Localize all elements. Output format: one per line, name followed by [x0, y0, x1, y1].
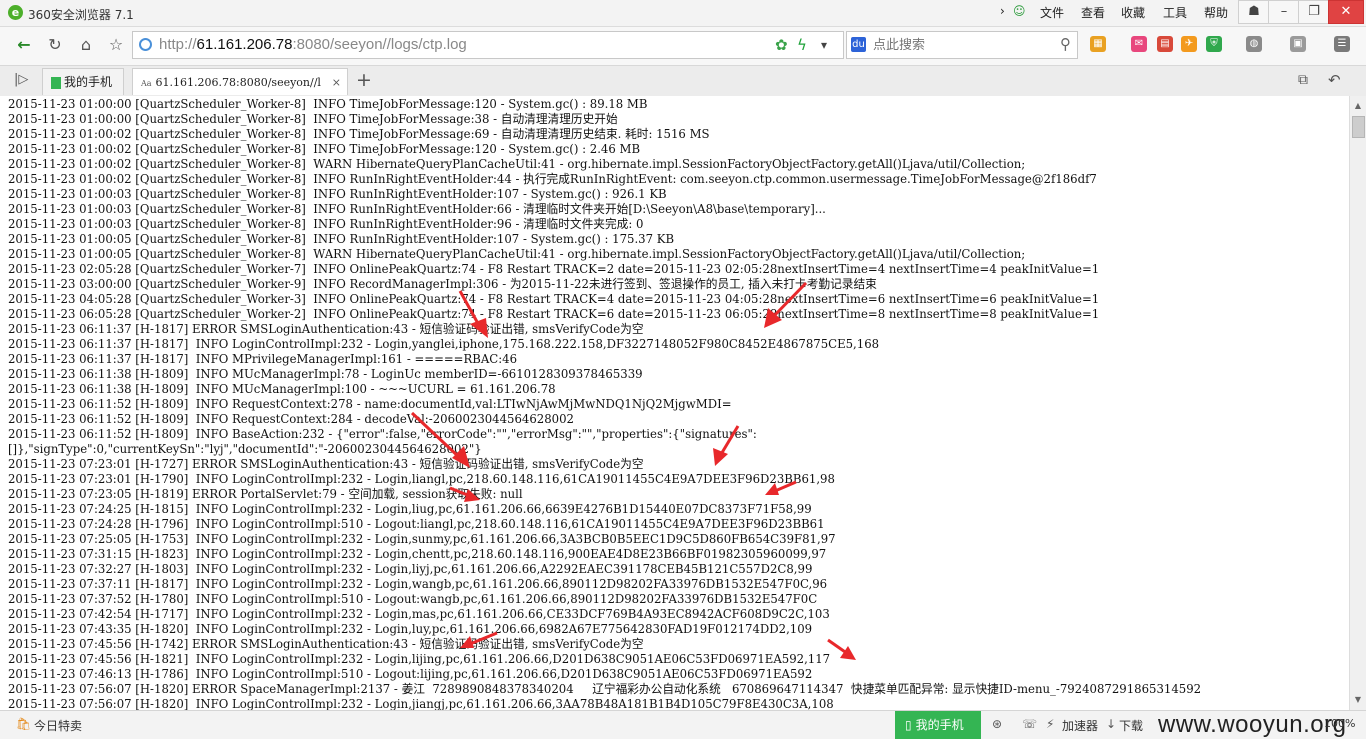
screenshot-icon[interactable]: ▣: [1290, 36, 1306, 52]
red-arrow-icon: [460, 631, 498, 648]
red-arrow-icon: [764, 281, 808, 328]
my-phone-status-button[interactable]: ▯ 我的手机: [895, 711, 981, 739]
favorite-star-button[interactable]: ☆: [104, 33, 128, 57]
new-tab-button[interactable]: +: [356, 69, 372, 91]
address-url[interactable]: http://61.161.206.78:8080/seeyon//logs/c…: [159, 36, 467, 53]
search-box[interactable]: du ⚲: [846, 31, 1078, 59]
scroll-up-icon[interactable]: ▲: [1350, 98, 1366, 114]
menu-file[interactable]: 文件: [1040, 4, 1064, 21]
scroll-thumb[interactable]: [1352, 116, 1365, 138]
download-icon[interactable]: ↓: [1106, 717, 1116, 731]
notification-icon[interactable]: ☏: [1022, 717, 1037, 731]
phone-icon: ▯: [905, 718, 912, 732]
red-arrow-icon: [410, 411, 470, 468]
zoom-level[interactable]: 100%: [1324, 717, 1355, 730]
browser-logo-icon: e: [8, 5, 23, 20]
tab-ctp-log[interactable]: Aa 61.161.206.78:8080/seeyon//l ×: [132, 68, 348, 95]
tab-close-icon[interactable]: ×: [332, 69, 341, 95]
menu-tools[interactable]: 工具: [1163, 4, 1187, 21]
close-button[interactable]: ✕: [1328, 0, 1364, 24]
apps-icon[interactable]: ▦: [1090, 36, 1106, 52]
compat-mode-icon[interactable]: ✿: [775, 36, 788, 54]
deals-icon[interactable]: 🛍: [16, 717, 31, 731]
menu-help[interactable]: 帮助: [1204, 4, 1228, 21]
game-icon[interactable]: ◍: [1246, 36, 1262, 52]
network-icon[interactable]: ⊛: [992, 717, 1002, 731]
window-title: 360安全浏览器 7.1: [28, 8, 134, 22]
search-icon[interactable]: ⚲: [1060, 35, 1071, 53]
search-input[interactable]: [871, 34, 1045, 56]
tab-bar: |▷ 我的手机 Aa 61.161.206.78:8080/seeyon//l ×…: [0, 66, 1366, 97]
refresh-button[interactable]: ↻: [43, 33, 67, 57]
search-engine-icon[interactable]: du: [851, 37, 866, 52]
skin-button[interactable]: ☗: [1238, 0, 1270, 24]
translate-icon[interactable]: ▤: [1157, 36, 1173, 52]
title-bar: e 360安全浏览器 7.1 › ☺ 文件 查看 收藏 工具 帮助 ☗ – ❐ …: [0, 0, 1366, 27]
red-arrow-icon: [827, 638, 856, 660]
log-content[interactable]: 2015-11-23 01:00:00 [QuartzScheduler_Wor…: [0, 96, 1349, 710]
phone-icon: [51, 76, 61, 89]
favicon-icon: Aa: [141, 79, 152, 88]
accelerator-icon[interactable]: ⚡: [1046, 717, 1054, 731]
tab-list-icon[interactable]: ⧉: [1298, 72, 1308, 88]
user-icon[interactable]: ☺: [1013, 4, 1026, 18]
download-button[interactable]: 下载: [1119, 717, 1143, 734]
minimize-button[interactable]: –: [1268, 0, 1300, 24]
chevron-down-icon[interactable]: ▾: [821, 38, 827, 52]
maximize-button[interactable]: ❐: [1298, 0, 1330, 24]
undo-close-icon[interactable]: ↶: [1328, 71, 1341, 89]
home-button[interactable]: ⌂: [74, 33, 98, 57]
mail-icon[interactable]: ✉: [1131, 36, 1147, 52]
shield-icon[interactable]: ⛨: [1206, 36, 1222, 52]
menu-chevron-icon[interactable]: ›: [1000, 4, 1005, 18]
flight-icon[interactable]: ✈: [1181, 36, 1197, 52]
menu-favorites[interactable]: 收藏: [1121, 4, 1145, 21]
red-arrow-icon: [449, 486, 480, 502]
sidebar-toggle-icon[interactable]: |▷: [14, 72, 28, 87]
scroll-down-icon[interactable]: ▼: [1350, 692, 1366, 708]
speed-mode-icon[interactable]: ϟ: [797, 36, 807, 54]
annotation-arrows: [410, 281, 856, 660]
red-arrow-icon: [458, 290, 488, 338]
red-arrow-icon: [713, 425, 740, 466]
extensions-icon[interactable]: ☰: [1334, 36, 1350, 52]
menu-view[interactable]: 查看: [1081, 4, 1105, 21]
status-bar: 🛍 今日特卖 ▯ 我的手机 ⊛ ☏ ⚡ 加速器 ↓ 下载 www.wooyun.o…: [0, 710, 1366, 739]
red-arrow-icon: [765, 480, 797, 495]
vertical-scrollbar[interactable]: ▲ ▼: [1349, 96, 1366, 710]
tab-my-phone[interactable]: 我的手机: [42, 68, 124, 95]
address-bar[interactable]: http://61.161.206.78:8080/seeyon//logs/c…: [132, 31, 844, 59]
page-globe-icon: [139, 38, 152, 51]
back-button[interactable]: ←: [12, 33, 36, 57]
deals-link[interactable]: 今日特卖: [34, 717, 82, 734]
accelerator-button[interactable]: 加速器: [1062, 717, 1098, 734]
navigation-bar: ← ↻ ⌂ ☆ http://61.161.206.78:8080/seeyon…: [0, 27, 1366, 66]
watermark-text: www.wooyun.org: [1158, 711, 1347, 738]
